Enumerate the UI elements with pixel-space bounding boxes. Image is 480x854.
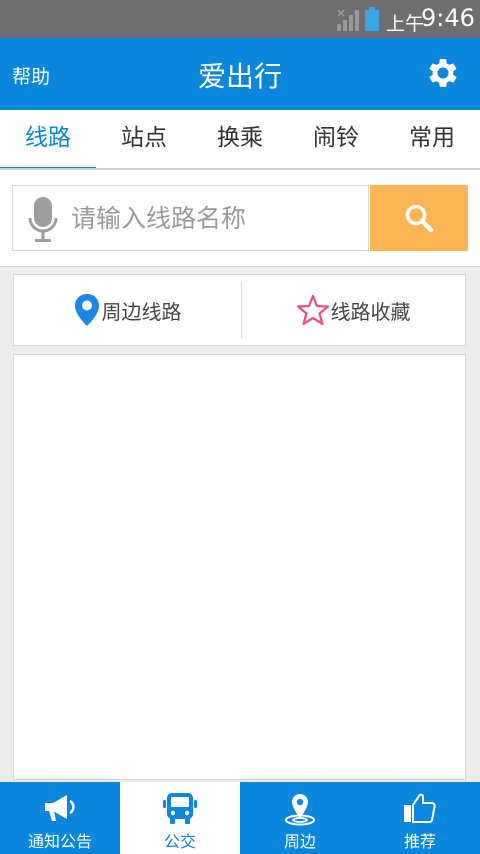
bottom-nav: 通知公告 公交 周边 推荐: [0, 782, 480, 854]
battery-icon: [365, 7, 379, 31]
status-bar: 上午 9:46: [0, 0, 480, 38]
nav-nearby[interactable]: 周边: [240, 782, 360, 854]
app-header: 帮助 爱出行: [0, 38, 480, 110]
tab-frequent[interactable]: 常用: [384, 110, 480, 168]
route-list-panel: [13, 354, 466, 780]
nearby-routes-label: 周边线路: [101, 299, 182, 324]
nav-recommend[interactable]: 推荐: [360, 782, 480, 854]
app-title: 爱出行: [197, 60, 282, 93]
search-area: [0, 170, 480, 267]
location-pin-icon: [74, 294, 99, 326]
nav-bus-label: 公交: [163, 832, 196, 851]
status-clock: 9:46: [421, 4, 475, 32]
tab-bar: 线路 站点 换乘 闹铃 常用: [0, 110, 480, 170]
tab-transfer[interactable]: 换乘: [192, 110, 288, 168]
nav-notice-label: 通知公告: [27, 832, 92, 851]
star-icon: [296, 294, 329, 326]
nav-bus[interactable]: 公交: [120, 782, 240, 854]
search-box: [12, 185, 369, 251]
search-input[interactable]: [71, 200, 361, 236]
magnifier-icon: [405, 204, 434, 233]
nearby-routes-button[interactable]: 周边线路: [14, 275, 241, 345]
nav-nearby-label: 周边: [283, 832, 316, 851]
megaphone-icon: [45, 795, 75, 821]
thumbs-up-icon: [404, 793, 436, 823]
tab-routes[interactable]: 线路: [0, 110, 96, 170]
tab-alarm[interactable]: 闹铃: [288, 110, 384, 168]
gear-icon[interactable]: [424, 54, 462, 92]
tab-stops[interactable]: 站点: [96, 110, 192, 168]
signal-icon: [337, 9, 359, 31]
microphone-icon[interactable]: [27, 196, 59, 244]
bus-icon: [163, 793, 197, 824]
shortcut-row: 周边线路 线路收藏: [13, 274, 466, 346]
status-ampm: 上午: [386, 13, 425, 35]
location-pin-icon: [285, 794, 315, 826]
favorite-routes-button[interactable]: 线路收藏: [242, 275, 465, 345]
nav-notice[interactable]: 通知公告: [0, 782, 120, 854]
favorite-routes-label: 线路收藏: [330, 299, 411, 324]
nav-recommend-label: 推荐: [403, 832, 436, 851]
search-button[interactable]: [370, 185, 468, 251]
